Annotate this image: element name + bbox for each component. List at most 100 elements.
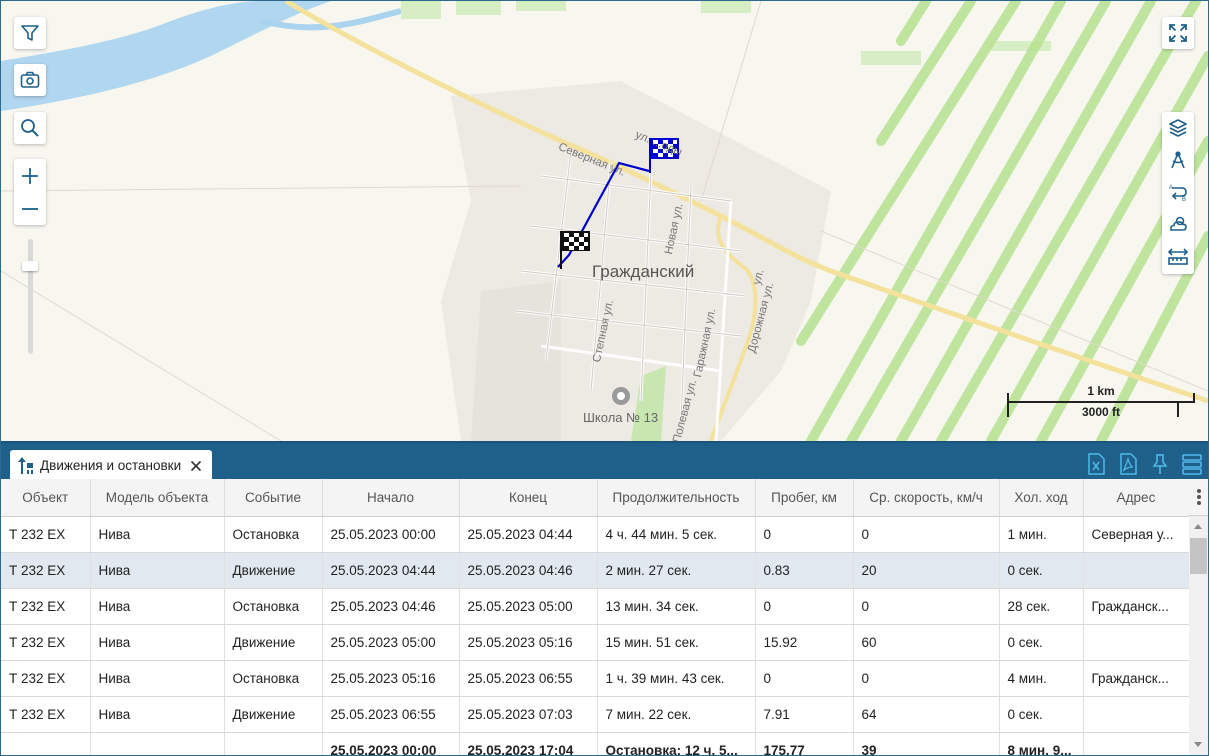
total-cell: 39 — [853, 732, 1000, 755]
table-cell: Нива — [90, 624, 225, 661]
more-vertical-icon — [1196, 489, 1201, 505]
table-cell: 25.05.2023 00:00 — [322, 516, 460, 553]
table-cell: Нива — [90, 660, 225, 697]
ruler-icon — [1167, 248, 1189, 265]
filter-icon — [21, 25, 39, 41]
map-view[interactable]: Гражданский Северная ул. ул. ...оды Нова… — [1, 1, 1208, 441]
column-header[interactable]: Конец — [459, 479, 598, 517]
filter-button[interactable] — [14, 17, 46, 49]
scrollbar-thumb[interactable] — [1190, 538, 1207, 574]
panel-layout-button[interactable] — [1180, 452, 1204, 476]
column-header[interactable]: Пробег, км — [755, 479, 854, 517]
table-cell: Остановка — [224, 588, 323, 625]
table-cell: 0 — [853, 660, 1000, 697]
fullscreen-button[interactable] — [1162, 17, 1194, 49]
pdf-icon — [1120, 453, 1137, 475]
table-row[interactable]: Т 232 ЕХ Нива Движение 25.05.2023 05:00 25.0… — [1, 624, 1190, 661]
table-cell: Гражданск... — [1083, 660, 1190, 697]
table-cell: Северная у... — [1083, 516, 1190, 553]
table-cell: 0 — [755, 516, 854, 553]
table-cell: 64 — [853, 696, 1000, 733]
export-excel-button[interactable] — [1084, 452, 1108, 476]
weather-icon — [1170, 216, 1187, 231]
column-header[interactable]: Продолжительность — [597, 479, 756, 517]
table-row[interactable]: Т 232 ЕХ Нива Остановка 25.05.2023 05:16 25.… — [1, 660, 1190, 697]
column-header[interactable]: Объект — [1, 479, 91, 517]
fullscreen-icon — [1169, 24, 1187, 42]
table-cell: 4 мин. — [999, 660, 1084, 697]
measure-area-button[interactable] — [1162, 144, 1194, 176]
table-cell: 1 ч. 39 мин. 43 сек. — [597, 660, 756, 697]
zoom-out-icon — [22, 207, 38, 210]
column-header[interactable]: Начало — [322, 479, 460, 517]
column-menu-button[interactable] — [1189, 479, 1208, 516]
search-icon — [21, 119, 39, 137]
table-cell: Нива — [90, 516, 225, 553]
table-row[interactable]: Т 232 ЕХ Нива Движение 25.05.2023 06:55 25.0… — [1, 696, 1190, 733]
table-header: Объект Модель объекта Событие Начало Кон… — [1, 479, 1190, 517]
column-header[interactable]: Хол. ход — [999, 479, 1084, 517]
zoom-in-icon — [22, 167, 38, 184]
table-cell: 15.92 — [755, 624, 854, 661]
table-cell: Остановка — [224, 516, 323, 553]
screenshot-button[interactable] — [14, 64, 46, 96]
zoom-in-button[interactable] — [14, 159, 46, 192]
table-cell: 7.91 — [755, 696, 854, 733]
layers-icon — [1169, 119, 1187, 137]
table-cell: 0 — [853, 588, 1000, 625]
scroll-up-arrow[interactable] — [1194, 524, 1202, 529]
table-cell: Гражданск... — [1083, 588, 1190, 625]
table-cell: 25.05.2023 05:00 — [459, 588, 598, 625]
camera-icon — [20, 71, 40, 88]
table-cell: 25.05.2023 05:00 — [322, 624, 460, 661]
table-cell: Остановка — [224, 660, 323, 697]
report-table: Объект Модель объекта Событие Начало Кон… — [1, 479, 1208, 755]
zoom-out-button[interactable] — [14, 192, 46, 225]
route-icon: AB — [1169, 185, 1187, 202]
total-cell: Остановка: 12 ч. 5... — [597, 732, 756, 755]
table-row[interactable]: Т 232 ЕХ Нива Остановка 25.05.2023 00:00 25.… — [1, 516, 1190, 553]
total-cell — [224, 732, 323, 755]
table-cell: 25.05.2023 05:16 — [322, 660, 460, 697]
total-cell: 175.77 — [755, 732, 854, 755]
table-cell: 0 сек. — [999, 624, 1084, 661]
zoom-slider[interactable] — [22, 239, 38, 354]
column-header[interactable]: Модель объекта — [90, 479, 225, 517]
layers-button[interactable] — [1162, 112, 1194, 144]
svg-text:A: A — [1169, 185, 1173, 191]
total-cell — [1083, 732, 1190, 755]
column-header[interactable]: Адрес — [1083, 479, 1190, 517]
table-cell: 25.05.2023 04:46 — [322, 588, 460, 625]
tab-movements-stops[interactable]: Движения и остановки — [10, 450, 212, 481]
column-header[interactable]: Ср. скорость, км/ч — [853, 479, 1000, 517]
zoom-slider-handle[interactable] — [22, 261, 38, 271]
table-cell: 25.05.2023 06:55 — [322, 696, 460, 733]
table-cell: 25.05.2023 04:44 — [459, 516, 598, 553]
map-canvas — [1, 1, 1208, 441]
table-scrollbar[interactable] — [1189, 516, 1208, 755]
pin-panel-button[interactable] — [1148, 452, 1172, 476]
route-button[interactable]: AB — [1162, 176, 1194, 208]
search-button[interactable] — [14, 112, 46, 144]
ruler-button[interactable] — [1162, 240, 1194, 272]
movements-report-icon — [18, 456, 33, 474]
tab-close-button[interactable] — [190, 460, 202, 472]
table-cell: 0 сек. — [999, 696, 1084, 733]
scroll-down-arrow[interactable] — [1194, 742, 1202, 747]
table-cell: Нива — [90, 588, 225, 625]
weather-button[interactable] — [1162, 208, 1194, 240]
export-pdf-button[interactable] — [1116, 452, 1140, 476]
map-school-label: Школа № 13 — [583, 410, 659, 425]
column-header[interactable]: Событие — [224, 479, 323, 517]
table-cell: 0 — [853, 516, 1000, 553]
excel-icon — [1088, 453, 1105, 475]
map-scale: 1 km 3000 ft — [1007, 384, 1195, 424]
table-cell: Движение — [224, 552, 323, 589]
total-cell — [90, 732, 225, 755]
table-row[interactable]: Т 232 ЕХ Нива Остановка 25.05.2023 04:46 25.… — [1, 588, 1190, 625]
table-cell — [1083, 552, 1190, 589]
table-row[interactable]: Т 232 ЕХ Нива Движение 25.05.2023 04:44 25.0… — [1, 552, 1190, 589]
table-cell: Нива — [90, 696, 225, 733]
table-cell: 0 сек. — [999, 552, 1084, 589]
total-cell: 25.05.2023 17:04 — [459, 732, 598, 755]
